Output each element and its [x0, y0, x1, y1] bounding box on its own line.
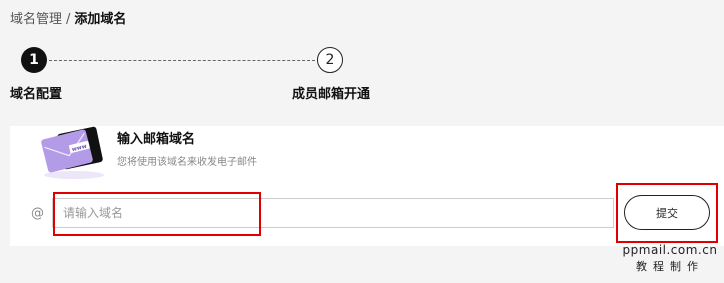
at-sign-prefix: @ — [31, 206, 44, 221]
breadcrumb-domain-management[interactable]: 域名管理 — [10, 12, 62, 27]
step-1-label: 域名配置 — [10, 87, 63, 102]
step-2-indicator: 2 — [317, 47, 343, 73]
watermark: ppmail.com.cn 教程制作 — [622, 243, 718, 274]
step-2-label: 成员邮箱开通 — [292, 87, 371, 102]
submit-button[interactable]: 提交 — [624, 195, 710, 230]
breadcrumb-separator: / — [66, 12, 71, 27]
domain-input[interactable] — [52, 198, 614, 228]
breadcrumb-add-domain: 添加域名 — [74, 12, 127, 27]
breadcrumb: 域名管理 / 添加域名 — [10, 8, 126, 27]
step-1-indicator: 1 — [21, 47, 47, 73]
card-subtitle: 您将使用该域名来收发电子邮件 — [117, 157, 257, 168]
envelope-illustration-icon: www — [41, 126, 104, 179]
watermark-site: ppmail.com.cn — [622, 243, 718, 257]
card-title: 输入邮箱域名 — [117, 132, 196, 147]
watermark-caption: 教程制作 — [636, 260, 704, 273]
stepper: 1 2 域名配置 成员邮箱开通 — [0, 42, 724, 102]
step-connector-line — [49, 60, 315, 61]
domain-input-card: www 输入邮箱域名 您将使用该域名来收发电子邮件 @ 提交 — [10, 126, 724, 246]
add-domain-page: 域名管理 / 添加域名 1 2 域名配置 成员邮箱开通 www 输入邮箱域名 您将使… — [0, 0, 724, 283]
